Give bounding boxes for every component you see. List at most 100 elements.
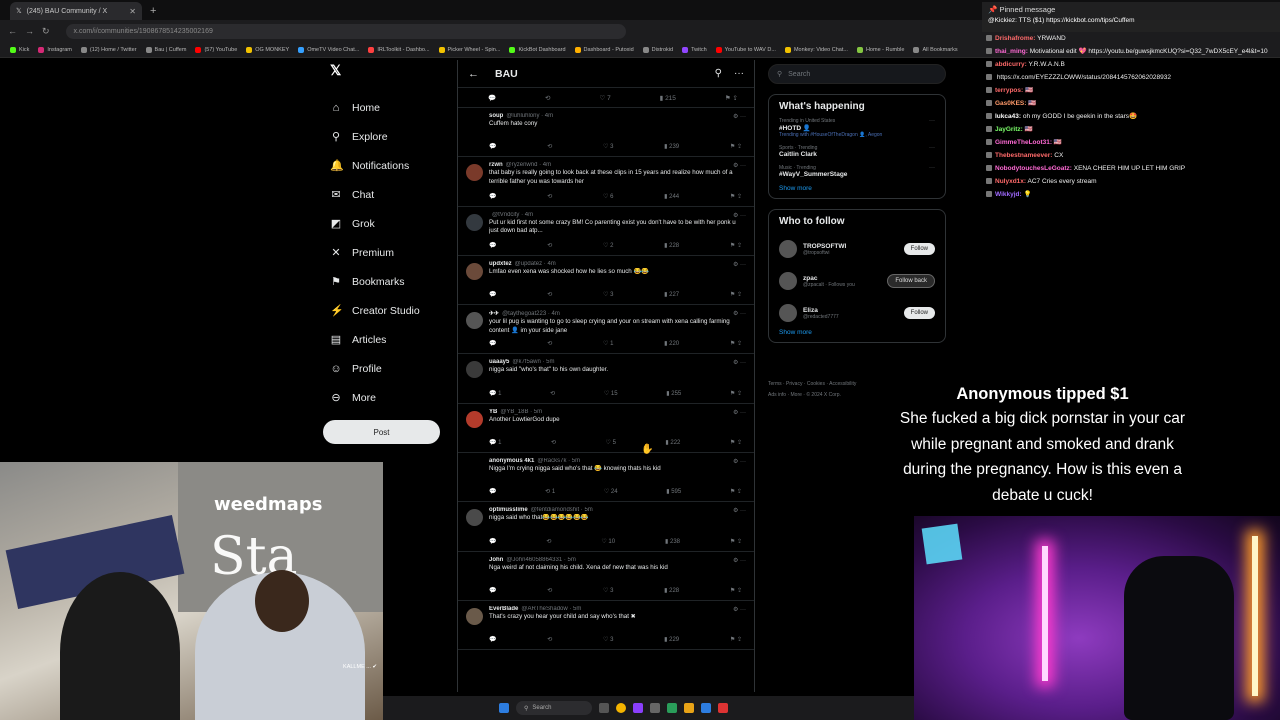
tweet-author-name[interactable]: uaaay5: [489, 359, 509, 365]
bookmark-icon[interactable]: ⚑: [730, 440, 737, 446]
reply-action[interactable]: 💬: [489, 636, 496, 643]
bookmark-item[interactable]: Dashboard - Putoxid: [574, 46, 634, 53]
bookmark-icon[interactable]: ⚑: [730, 391, 737, 397]
sidebar-item-articles[interactable]: ▤ Articles: [322, 325, 452, 354]
follow-name[interactable]: zpac: [803, 275, 855, 282]
reply-action[interactable]: 💬: [489, 488, 496, 495]
sidebar-item-notifications[interactable]: 🔔 Notifications: [322, 151, 452, 180]
like-action[interactable]: ♡ 24: [604, 488, 618, 495]
chat-username[interactable]: terrypos:: [995, 87, 1023, 94]
tweet-author-name[interactable]: ✈✈: [489, 311, 499, 317]
retweet-action[interactable]: ⟲: [547, 242, 552, 249]
tweet-handle[interactable]: @taythegoat223 · 4m: [502, 311, 560, 317]
avatar[interactable]: [466, 361, 483, 379]
bookmark-item[interactable]: Bau | Cuffem: [145, 46, 186, 53]
sidebar-item-bookmarks[interactable]: ⚑ Bookmarks: [322, 267, 452, 296]
follow-name[interactable]: Eliza: [803, 307, 839, 314]
chat-username[interactable]: Drishafrome:: [995, 35, 1035, 42]
share-icon[interactable]: ⇪: [733, 95, 738, 102]
share-icon[interactable]: ⇪: [737, 144, 742, 150]
search-icon[interactable]: ⚲: [715, 68, 722, 79]
bookmark-item[interactable]: All Bookmarks: [913, 46, 958, 53]
back-arrow-icon[interactable]: ←: [8, 26, 17, 36]
views-action[interactable]: ▮ 238: [665, 538, 680, 545]
chat-username[interactable]: Nulyxd1x:: [995, 178, 1026, 185]
tweet-handle[interactable]: @Racks7k · 5m: [537, 458, 580, 464]
app-icon[interactable]: [633, 703, 643, 713]
tweet-author-name[interactable]: optimusslime: [489, 507, 528, 513]
sidebar-item-grok[interactable]: ◩ Grok: [322, 209, 452, 238]
like-action[interactable]: ♡ 3: [603, 636, 613, 643]
share-icon[interactable]: ⇪: [737, 292, 742, 298]
views-action[interactable]: ▮ 215: [660, 94, 676, 102]
reply-action[interactable]: 💬 1: [489, 439, 501, 446]
sidebar-item-chat[interactable]: ✉ Chat: [322, 180, 452, 209]
follow-name[interactable]: TROPSOFTWI: [803, 243, 846, 250]
reply-action[interactable]: 💬: [489, 291, 496, 298]
show-more-link[interactable]: Show more: [779, 329, 935, 336]
app-icon[interactable]: [701, 703, 711, 713]
share-icon[interactable]: ⇪: [737, 440, 742, 446]
avatar[interactable]: [466, 607, 483, 625]
like-action[interactable]: ♡ 3: [603, 291, 613, 298]
like-action[interactable]: ♡ 6: [603, 193, 613, 200]
retweet-action[interactable]: ⟲ 1: [545, 488, 555, 495]
bookmark-icon[interactable]: ⚑: [730, 144, 737, 150]
tweet[interactable]: updxtez @updatez · 4m ⚙ ··· Lmfao even xena…: [458, 256, 754, 306]
like-action[interactable]: ♡ 5: [606, 439, 616, 446]
more-icon[interactable]: ⚙ ···: [733, 557, 746, 564]
bookmark-icon[interactable]: ⚑: [730, 588, 737, 594]
more-icon[interactable]: ⚙ ···: [733, 458, 746, 465]
close-icon[interactable]: ✕: [129, 7, 136, 16]
trend-item[interactable]: Trending in United States #HOTD 👤 Trending…: [779, 118, 935, 138]
share-icon[interactable]: ⇪: [737, 588, 742, 594]
chat-username[interactable]: abdicurry:: [995, 61, 1027, 68]
tweet-author-name[interactable]: John: [489, 557, 503, 563]
reply-action[interactable]: 💬: [489, 587, 496, 594]
tweet-handle[interactable]: @ryzenwnd · 4m: [506, 162, 551, 168]
tweet[interactable]: anonymous 4k1 @Racks7k · 5m ⚙ ··· Nigga I'm…: [458, 453, 754, 503]
tweet[interactable]: YB @YB_18B · 5m ⚙ ··· Another LowtierGod du…: [458, 404, 754, 454]
retweet-action[interactable]: ⟲: [546, 538, 551, 545]
tweet[interactable]: uaaay5 @k7f5awn · 5m ⚙ ··· nigga said "who'…: [458, 354, 754, 404]
retweet-action[interactable]: ⟲: [547, 291, 552, 298]
retweet-action[interactable]: ⟲: [545, 94, 550, 102]
retweet-action[interactable]: ⟲: [547, 340, 552, 347]
share-icon[interactable]: ⇪: [737, 194, 742, 200]
avatar[interactable]: [779, 272, 797, 290]
more-icon[interactable]: ⚙ ···: [733, 507, 746, 514]
follow-button[interactable]: Follow: [903, 243, 935, 255]
avatar[interactable]: [779, 240, 797, 258]
bookmark-item[interactable]: OG MONKEY: [246, 46, 289, 53]
tweet-author-name[interactable]: rzwn: [489, 162, 503, 168]
tweet-author-name[interactable]: anonymous 4k1: [489, 458, 534, 464]
sidebar-item-creator-studio[interactable]: ⚡ Creator Studio: [322, 296, 452, 325]
chat-username[interactable]: Wikkyjd:: [995, 191, 1022, 198]
more-icon[interactable]: ⚙ ···: [733, 113, 746, 120]
bookmark-item[interactable]: Picker Wheel - Spin...: [438, 46, 500, 53]
chat-username[interactable]: NobodytouchesLeGoatz:: [995, 165, 1072, 172]
retweet-action[interactable]: ⟲: [547, 587, 552, 594]
like-action[interactable]: ♡ 3: [603, 587, 613, 594]
app-icon[interactable]: [718, 703, 728, 713]
trend-item[interactable]: Music · Trending #WayV_SummerStage ···: [779, 165, 935, 178]
avatar[interactable]: [466, 213, 483, 231]
reload-icon[interactable]: ↻: [42, 26, 50, 37]
retweet-action[interactable]: ⟲: [547, 636, 552, 643]
bookmark-icon[interactable]: ⚑: [730, 637, 737, 643]
views-action[interactable]: ▮ 244: [664, 193, 679, 200]
trend-item[interactable]: Sports · Trending Caitlin Clark ···: [779, 145, 935, 158]
app-icon[interactable]: [650, 703, 660, 713]
tweet[interactable]: soup @luhluhlony · 4m ⚙ ··· Cuffem hate con…: [458, 108, 754, 158]
forward-arrow-icon[interactable]: →: [25, 26, 34, 36]
retweet-action[interactable]: ⟲: [550, 390, 555, 397]
views-action[interactable]: ▮ 220: [664, 340, 679, 347]
tweet-handle[interactable]: @ARTheShadow · 5m: [521, 606, 581, 612]
views-action[interactable]: ▮ 239: [664, 143, 679, 150]
more-icon[interactable]: ⚙ ···: [733, 409, 746, 416]
avatar[interactable]: [466, 115, 483, 132]
tweet-author-name[interactable]: YB: [489, 409, 497, 415]
retweet-action[interactable]: ⟲: [551, 439, 556, 446]
like-action[interactable]: ♡ 15: [604, 390, 618, 397]
chat-username[interactable]: GimmeTheLoot31:: [995, 139, 1052, 146]
